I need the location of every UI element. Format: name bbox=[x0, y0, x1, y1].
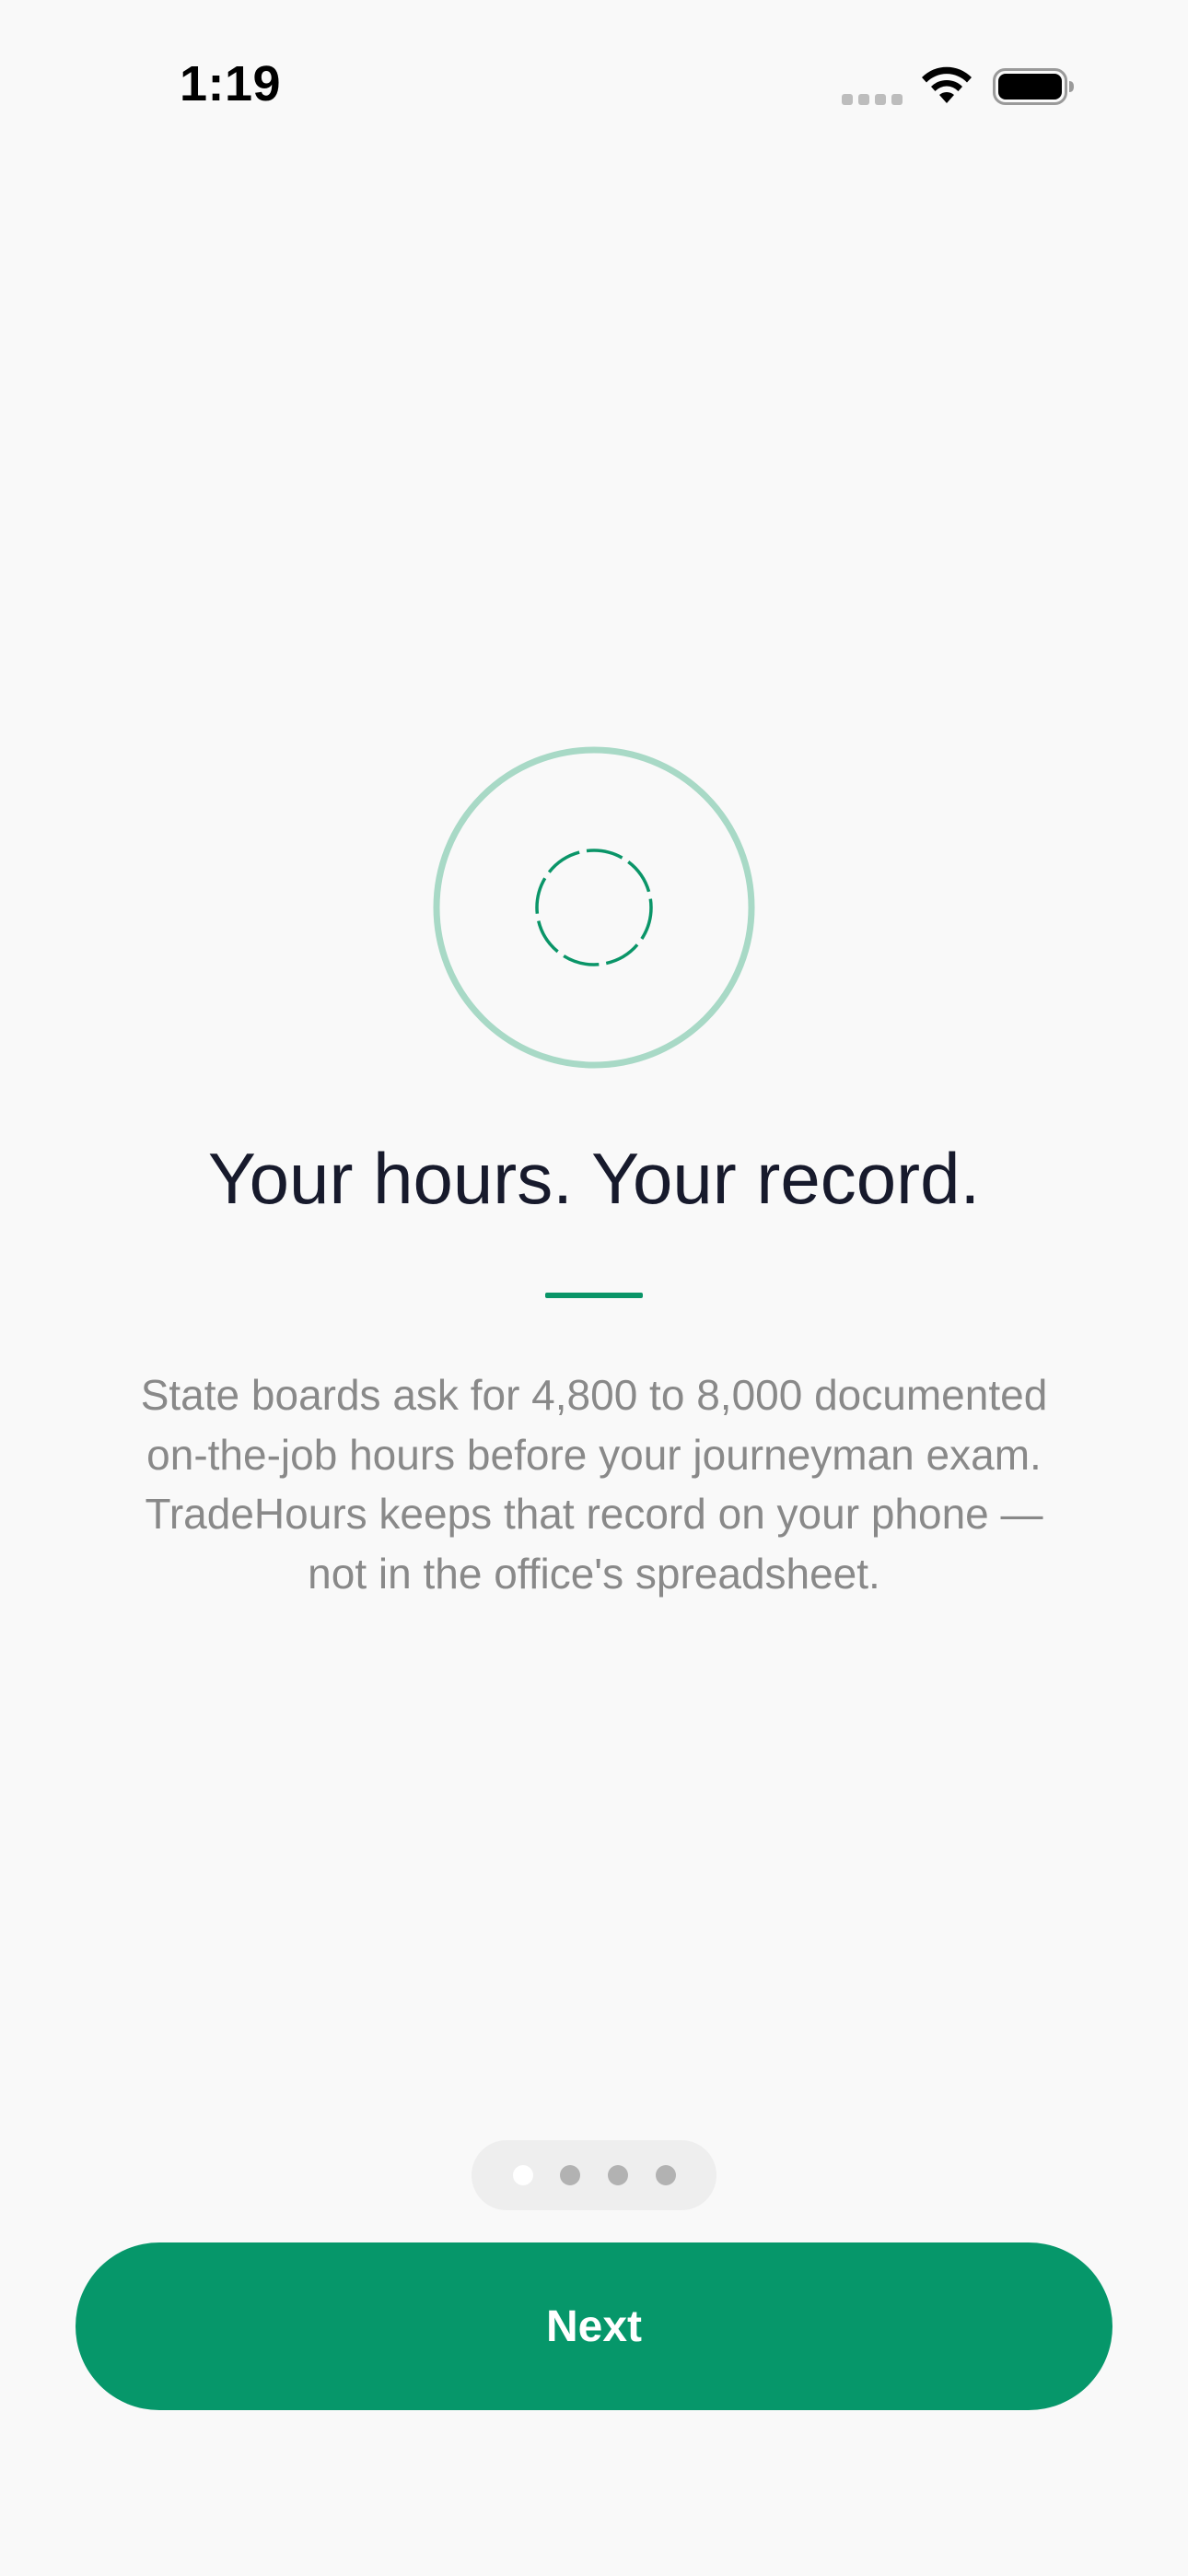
onboarding-description: State boards ask for 4,800 to 8,000 docu… bbox=[140, 1371, 1048, 1598]
title-divider bbox=[545, 1293, 643, 1298]
page-dot-4[interactable] bbox=[656, 2165, 676, 2185]
target-circle-icon bbox=[433, 746, 755, 1069]
onboarding-title: Your hours. Your record. bbox=[207, 1138, 981, 1219]
page-dot-1[interactable] bbox=[513, 2165, 533, 2185]
wifi-icon bbox=[922, 66, 972, 103]
battery-icon bbox=[993, 68, 1074, 105]
signal-dots-icon bbox=[842, 94, 903, 105]
status-bar: 1:19 bbox=[0, 0, 1188, 175]
next-button[interactable]: Next bbox=[76, 2242, 1112, 2410]
status-time: 1:19 bbox=[180, 56, 282, 111]
page-indicator[interactable] bbox=[472, 2140, 716, 2210]
page-dot-3[interactable] bbox=[608, 2165, 628, 2185]
page-dot-2[interactable] bbox=[560, 2165, 580, 2185]
